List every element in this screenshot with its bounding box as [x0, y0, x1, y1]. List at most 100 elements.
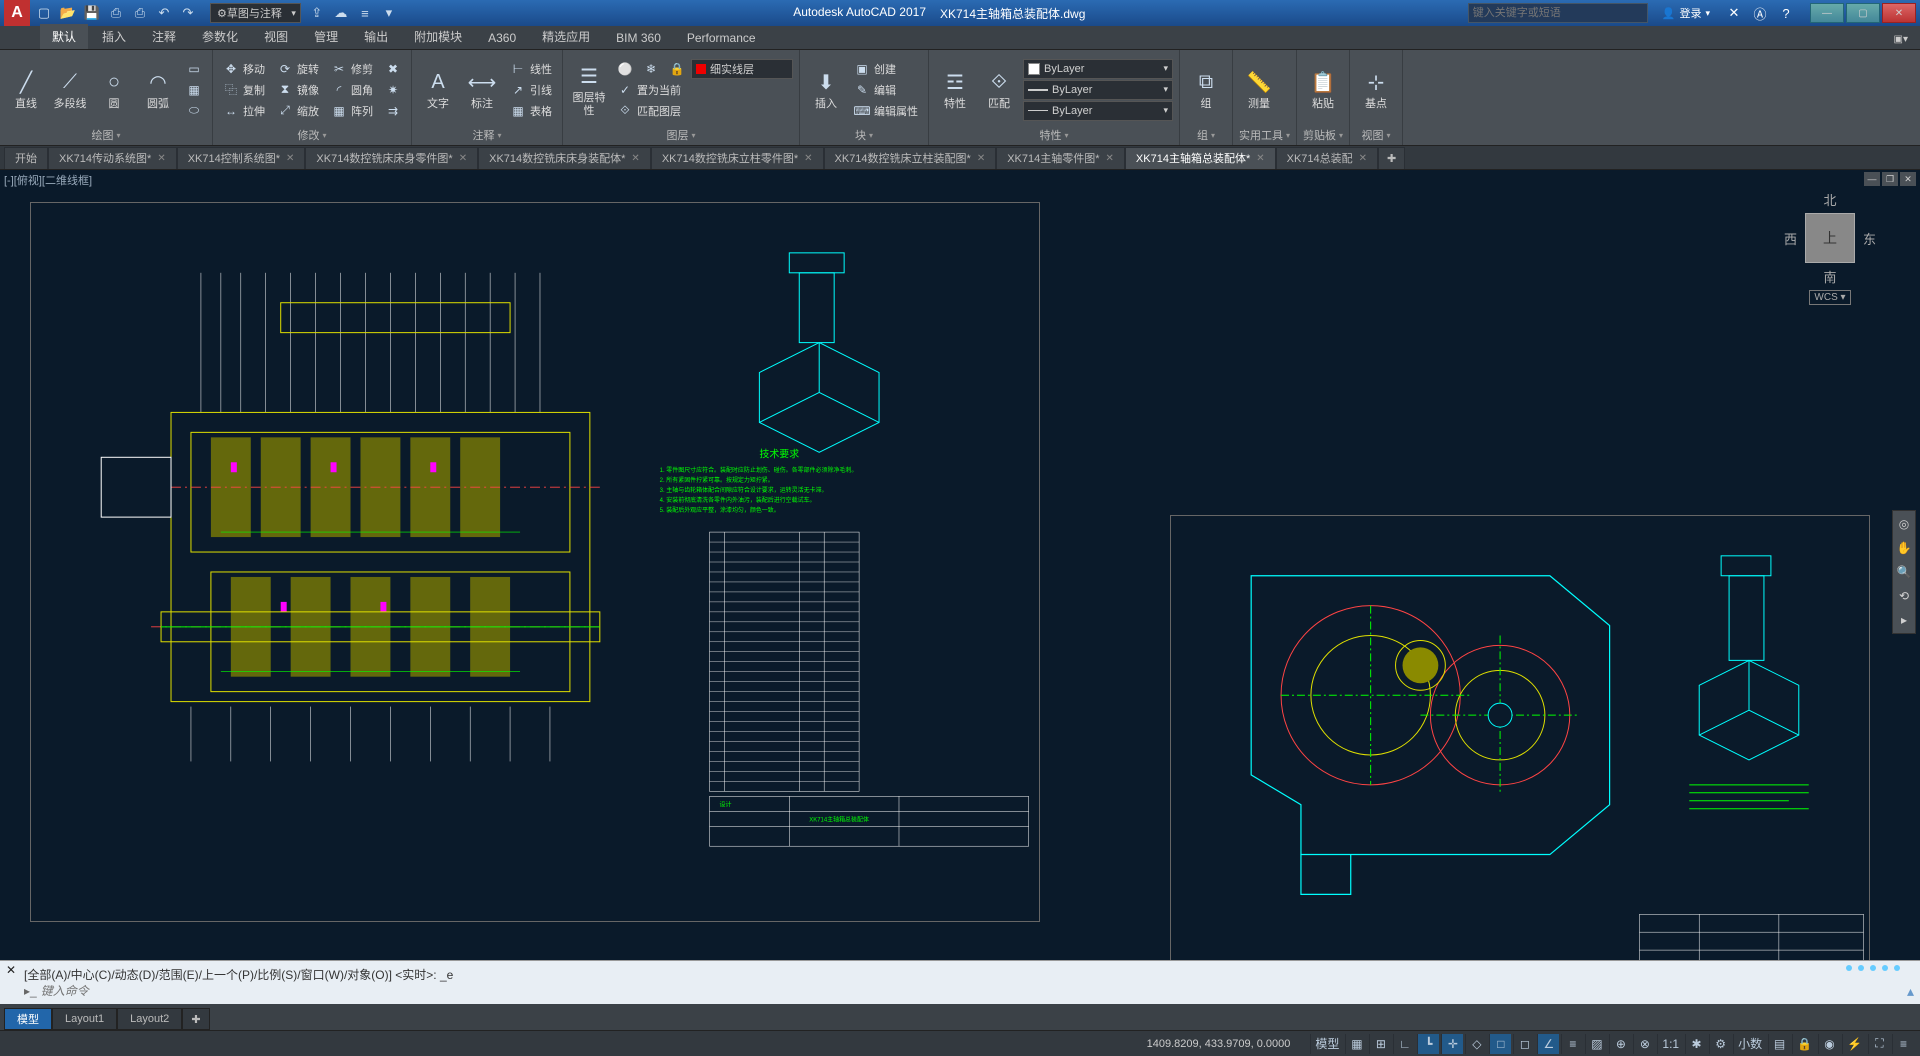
model-space-toggle[interactable]: 模型 — [1310, 1034, 1343, 1054]
tab-addins[interactable]: 附加模块 — [402, 24, 474, 49]
wcs-dropdown[interactable]: WCS ▾ — [1809, 290, 1850, 305]
stretch-button[interactable]: ↔拉伸 — [219, 101, 269, 121]
qat-save-icon[interactable]: 💾 — [82, 3, 102, 23]
osnap-toggle[interactable]: □ — [1489, 1034, 1511, 1054]
infer-toggle[interactable]: ∟ — [1393, 1034, 1415, 1054]
tab-view[interactable]: 视图 — [252, 24, 300, 49]
props-palette-button[interactable]: ☲特性 — [935, 59, 975, 121]
basepoint-button[interactable]: ⊹基点 — [1356, 59, 1396, 121]
quickprops-toggle[interactable]: ▤ — [1768, 1034, 1790, 1054]
ortho-toggle[interactable]: ┗ — [1417, 1034, 1439, 1054]
close-icon[interactable]: ✕ — [631, 153, 639, 164]
qat-redo-icon[interactable]: ↷ — [178, 3, 198, 23]
layer-setcurrent-button[interactable]: ✓置为当前 — [613, 80, 685, 100]
panel-modify-title[interactable]: 修改 — [219, 127, 405, 143]
panel-block-title[interactable]: 块 — [806, 127, 922, 143]
scale-button[interactable]: ⤢缩放 — [273, 101, 323, 121]
transparency-toggle[interactable]: ▨ — [1585, 1034, 1607, 1054]
qat-cloud-icon[interactable]: ☁ — [331, 3, 351, 23]
layer-lock-icon[interactable]: 🔒 — [665, 59, 689, 79]
panel-draw-title[interactable]: 绘图 — [6, 127, 206, 143]
login-button[interactable]: 👤 登录 ▾ — [1654, 3, 1718, 23]
layout-tab-2[interactable]: Layout2 — [117, 1008, 182, 1030]
edit-attr-button[interactable]: ⌨编辑属性 — [850, 101, 922, 121]
line-button[interactable]: ╱直线 — [6, 59, 46, 121]
hatch-button[interactable]: ▦ — [182, 80, 206, 100]
doc-restore-button[interactable]: ❐ — [1882, 172, 1898, 186]
lockui-toggle[interactable]: 🔒 — [1792, 1034, 1816, 1054]
layer-dropdown[interactable]: 细实线层 — [691, 59, 793, 79]
viewcube-south[interactable]: 南 — [1823, 267, 1836, 286]
pan-icon[interactable]: ✋ — [1897, 541, 1912, 555]
3dosnap-toggle[interactable]: ◻ — [1513, 1034, 1535, 1054]
doc-tab[interactable]: XK714主轴零件图*✕ — [996, 147, 1125, 169]
lineweight-dropdown[interactable]: ByLayer — [1023, 80, 1173, 100]
panel-layers-title[interactable]: 图层 — [569, 127, 793, 143]
qat-dd-icon[interactable]: ▾ — [379, 3, 399, 23]
close-icon[interactable]: ✕ — [1256, 153, 1264, 164]
erase-button[interactable]: ✖ — [381, 59, 405, 79]
close-icon[interactable]: ✕ — [804, 153, 812, 164]
new-doc-tab[interactable]: ✚ — [1378, 147, 1405, 169]
doc-tab[interactable]: XK714总装配✕ — [1276, 147, 1378, 169]
app-logo[interactable]: A — [4, 0, 30, 26]
showmotion-icon[interactable]: ▸ — [1901, 613, 1907, 627]
paste-button[interactable]: 📋粘贴 — [1303, 59, 1343, 121]
offset-button[interactable]: ⇉ — [381, 101, 405, 121]
annovisibility-toggle[interactable]: ✱ — [1685, 1034, 1707, 1054]
polyline-button[interactable]: ⟋多段线 — [50, 59, 90, 121]
linetype-dropdown[interactable]: ByLayer — [1023, 101, 1173, 121]
qat-share-icon[interactable]: ⇪ — [307, 3, 327, 23]
panel-props-title[interactable]: 特性 — [935, 127, 1173, 143]
doc-min-button[interactable]: — — [1864, 172, 1880, 186]
matchprops-button[interactable]: ⟐匹配 — [979, 59, 1019, 121]
cmdline-recent-icon[interactable]: ▴ — [1907, 983, 1914, 1000]
qat-new-icon[interactable]: ▢ — [34, 3, 54, 23]
insert-block-button[interactable]: ⬇插入 — [806, 59, 846, 121]
doc-tab[interactable]: XK714数控铣床立柱零件图*✕ — [651, 147, 824, 169]
fillet-button[interactable]: ◜圆角 — [327, 80, 377, 100]
close-icon[interactable]: ✕ — [157, 153, 165, 164]
lineweight-toggle[interactable]: ≡ — [1561, 1034, 1583, 1054]
search-input[interactable] — [1468, 3, 1648, 23]
cmdline-close-icon[interactable]: ✕ — [6, 963, 16, 977]
close-icon[interactable]: ✕ — [286, 153, 294, 164]
a360-icon[interactable]: Ⓐ — [1750, 3, 1770, 23]
annomonitor-toggle[interactable]: ⊗ — [1633, 1034, 1655, 1054]
tab-manage[interactable]: 管理 — [302, 24, 350, 49]
arc-button[interactable]: ◠圆弧 — [138, 59, 178, 121]
array-button[interactable]: ▦阵列 — [327, 101, 377, 121]
viewcube-top[interactable]: 上 — [1805, 213, 1855, 263]
color-dropdown[interactable]: ByLayer — [1023, 59, 1173, 79]
linear-dim-button[interactable]: ⊢线性 — [506, 59, 556, 79]
viewcube-north[interactable]: 北 — [1823, 190, 1836, 209]
create-block-button[interactable]: ▣创建 — [850, 59, 922, 79]
layout-tab-1[interactable]: Layout1 — [52, 1008, 117, 1030]
layout-tab-model[interactable]: 模型 — [4, 1008, 52, 1030]
explode-button[interactable]: ✷ — [381, 80, 405, 100]
qat-saveas-icon[interactable]: ⎙ — [106, 3, 126, 23]
customize-status[interactable]: ≡ — [1892, 1034, 1914, 1054]
viewcube-west[interactable]: 西 — [1784, 229, 1797, 248]
qat-more-icon[interactable]: ≡ — [355, 3, 375, 23]
tab-annotate[interactable]: 注释 — [140, 24, 188, 49]
panel-util-title[interactable]: 实用工具 — [1239, 127, 1290, 143]
steering-wheel-icon[interactable]: ◎ — [1899, 517, 1909, 531]
workspace-dropdown[interactable]: ⚙ 草图与注释 — [210, 3, 301, 23]
layout-tab-add[interactable]: ✚ — [182, 1008, 209, 1030]
close-icon[interactable]: ✕ — [1106, 153, 1114, 164]
dim-button[interactable]: ⟷标注 — [462, 59, 502, 121]
isodraft-toggle[interactable]: ◇ — [1465, 1034, 1487, 1054]
snap-toggle[interactable]: ⊞ — [1369, 1034, 1391, 1054]
layer-freeze-icon[interactable]: ❄ — [639, 59, 663, 79]
close-icon[interactable]: ✕ — [977, 153, 985, 164]
tab-bim360[interactable]: BIM 360 — [604, 27, 673, 49]
doc-tab-active[interactable]: XK714主轴箱总装配体*✕ — [1125, 147, 1276, 169]
rotate-button[interactable]: ⟳旋转 — [273, 59, 323, 79]
cleanscreen-toggle[interactable]: ⛶ — [1868, 1034, 1890, 1054]
layer-off-icon[interactable]: ⚪ — [613, 59, 637, 79]
cycling-toggle[interactable]: ⊕ — [1609, 1034, 1631, 1054]
exchange-icon[interactable]: ✕ — [1724, 3, 1744, 23]
close-button[interactable]: ✕ — [1882, 3, 1916, 23]
doc-tab[interactable]: XK714控制系统图*✕ — [177, 147, 306, 169]
